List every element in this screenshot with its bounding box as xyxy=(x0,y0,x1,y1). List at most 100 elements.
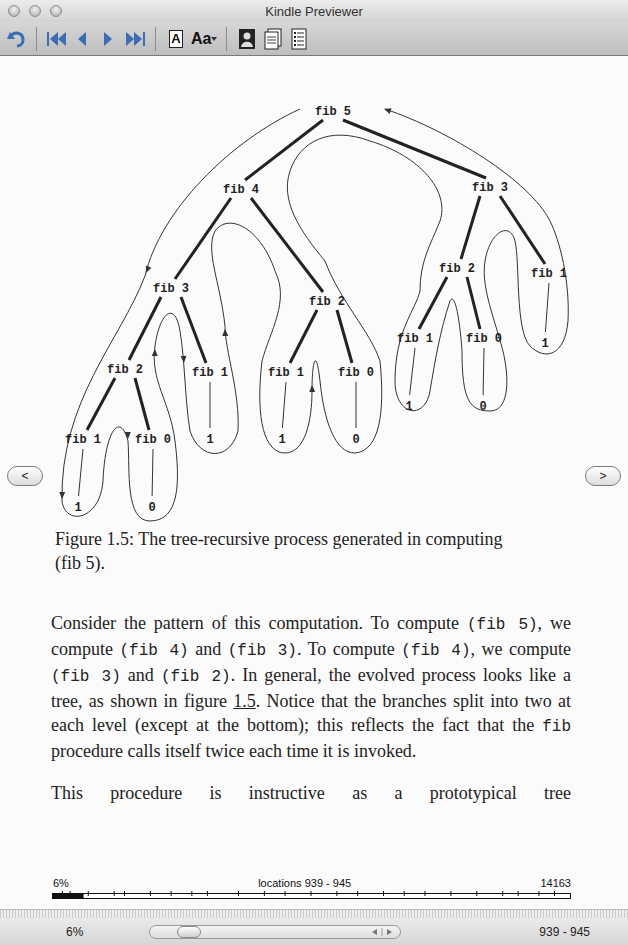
arrowhead-icon xyxy=(143,265,151,274)
tree-edge xyxy=(343,120,486,178)
tree-edge xyxy=(410,348,415,395)
tree-edge xyxy=(461,196,480,259)
tree-node: fib 1 xyxy=(268,366,304,380)
code-span: fib xyxy=(542,718,571,736)
code-span: (fib 5) xyxy=(467,616,538,634)
progress-locations: locations 939 - 945 xyxy=(258,877,351,890)
tree-node: fib 2 xyxy=(309,295,345,309)
tree-edge xyxy=(337,310,352,363)
code-span: (fib 2) xyxy=(161,668,231,686)
code-span: (fib 4) xyxy=(401,642,470,660)
tree-edge xyxy=(210,382,211,428)
first-page-icon xyxy=(46,30,68,48)
tree-edge xyxy=(419,277,447,329)
arrowhead-icon xyxy=(125,432,131,439)
figure-caption: Figure 1.5: The tree-recursive process g… xyxy=(55,527,525,575)
next-page-icon xyxy=(98,30,120,48)
zoom-button[interactable] xyxy=(50,5,62,17)
paragraph: Consider the pattern of this computation… xyxy=(0,611,628,763)
tree-edge xyxy=(79,449,84,496)
tree-edge xyxy=(152,449,154,496)
toolbar-divider xyxy=(226,27,227,51)
tree-edge xyxy=(467,277,480,329)
caret-icon xyxy=(211,36,217,42)
tree-value: 0 xyxy=(148,501,155,515)
status-percent: 6% xyxy=(66,925,83,939)
tree-node: fib 1 xyxy=(531,267,567,281)
tree-node: fib 1 xyxy=(192,366,228,380)
window-controls xyxy=(0,5,80,17)
tree-edge xyxy=(251,198,323,292)
tree-value: 1 xyxy=(74,501,81,515)
location-slider[interactable] xyxy=(149,925,401,939)
status-bar: 6% 939 - 945 xyxy=(0,918,628,945)
tree-node: fib 0 xyxy=(135,433,171,447)
back-button[interactable] xyxy=(5,26,27,52)
tree-node: fib 4 xyxy=(223,183,259,197)
reading-progress-bar xyxy=(52,891,572,901)
code-span: (fib 3) xyxy=(228,642,297,660)
tree-value: 1 xyxy=(278,433,285,447)
tree-node: fib 5 xyxy=(315,105,351,119)
tree-node: fib 0 xyxy=(466,332,502,346)
progress-total: 14163 xyxy=(540,877,571,890)
toc-icon xyxy=(291,28,307,50)
arrowhead-icon xyxy=(152,349,158,356)
tree-value: 1 xyxy=(206,433,213,447)
reading-progress-labels: 6%locations 939 - 94514163 xyxy=(0,877,628,890)
font-size-button[interactable]: Aa xyxy=(191,26,217,52)
next-page-nav[interactable]: > xyxy=(585,466,621,486)
tree-edge xyxy=(129,297,161,360)
tree-value: 0 xyxy=(352,433,359,447)
toc-button[interactable] xyxy=(288,26,310,52)
close-button[interactable] xyxy=(8,5,20,17)
tree-edge xyxy=(175,198,231,279)
tree-value: 1 xyxy=(405,400,412,414)
minimize-button[interactable] xyxy=(29,5,41,17)
toolbar-divider xyxy=(36,27,37,51)
tree-node: fib 1 xyxy=(397,332,433,346)
previous-page-button[interactable] xyxy=(72,26,94,52)
toolbar-divider xyxy=(155,27,156,51)
arrowhead-icon xyxy=(59,492,65,499)
window-title: Kindle Previewer xyxy=(80,4,548,19)
arrowhead-icon xyxy=(181,356,187,363)
previous-page-nav[interactable]: < xyxy=(7,466,43,486)
next-page-button[interactable] xyxy=(98,26,120,52)
code-span: (fib 4) xyxy=(119,642,188,660)
figure-link[interactable]: 1.5 xyxy=(233,691,256,711)
arrowhead-icon xyxy=(309,385,315,392)
traversal-path xyxy=(62,109,568,521)
status-bar-grip xyxy=(0,909,628,918)
tree-edge xyxy=(483,348,485,395)
progress-fill xyxy=(53,894,84,899)
tree-node: fib 3 xyxy=(153,282,189,296)
slider-arrows-icon xyxy=(370,928,394,936)
book-page: fib 5 fib 4 fib 3 fib 2 fib 1 1 fib 0 0 fib 1 1 fi… xyxy=(0,56,628,909)
reader-icon xyxy=(238,28,256,50)
tree-edge xyxy=(290,310,317,363)
previous-page-icon xyxy=(72,30,94,48)
tree-edge xyxy=(356,382,357,428)
font-label: A xyxy=(169,30,183,48)
reader-button[interactable] xyxy=(236,26,258,52)
kindle-previewer-window: Kindle PreviewerAAafib 5fib 4fib 3fib 2f… xyxy=(0,0,628,945)
back-icon xyxy=(6,30,26,48)
font-size-label: Aa xyxy=(191,30,211,48)
tree-edge xyxy=(282,382,286,428)
status-range: 939 - 945 xyxy=(539,925,628,939)
slider-thumb[interactable] xyxy=(177,926,201,938)
tree-edge xyxy=(500,196,545,264)
tree-node: fib 3 xyxy=(472,181,508,195)
paragraph: This procedure is instructive as a proto… xyxy=(0,781,628,805)
pages-button[interactable] xyxy=(262,26,284,52)
tree-edge xyxy=(87,378,115,430)
tree-edge xyxy=(545,283,549,332)
font-button[interactable]: A xyxy=(165,26,187,52)
arrowhead-icon xyxy=(222,329,228,336)
last-page-button[interactable] xyxy=(124,26,146,52)
tree-value: 1 xyxy=(541,337,548,351)
first-page-button[interactable] xyxy=(46,26,68,52)
toolbar: A Aa xyxy=(0,22,628,56)
code-span: (fib 3) xyxy=(51,668,121,686)
